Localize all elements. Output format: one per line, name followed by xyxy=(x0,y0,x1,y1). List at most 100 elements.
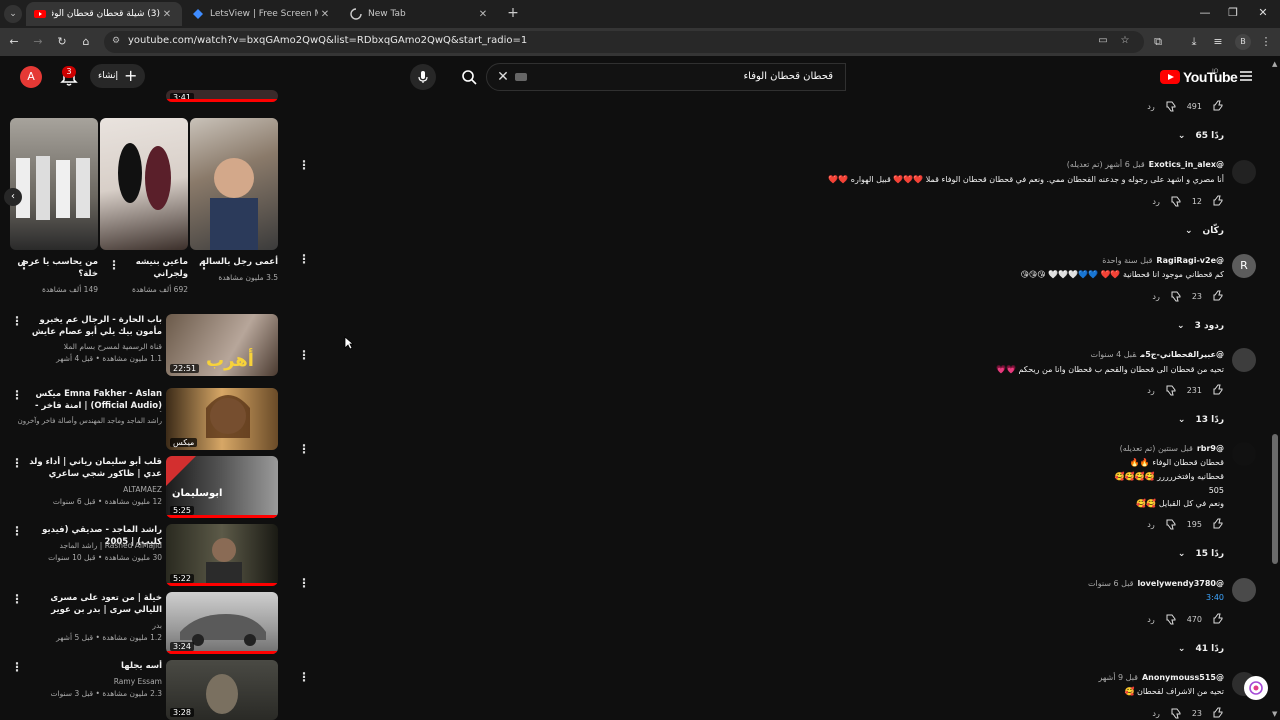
tab-youtube[interactable]: (3) شيلة قحطان قحطان الوفاء - ✕ xyxy=(26,2,182,26)
video-thumbnail[interactable]: 5:22 xyxy=(166,524,278,586)
like-icon[interactable] xyxy=(1212,100,1224,112)
short-thumbnail[interactable] xyxy=(190,118,278,250)
browser-menu-icon[interactable]: ⋮ xyxy=(1258,34,1274,50)
reload-icon[interactable]: ↻ xyxy=(54,34,70,50)
video-channel[interactable]: بدر xyxy=(24,620,162,631)
comment-author[interactable]: @lovelywendy3780 xyxy=(1137,579,1224,588)
like-icon[interactable] xyxy=(1212,195,1224,207)
video-channel[interactable]: قناة الرسمية لمسرح بسام الملا xyxy=(24,341,162,352)
more-options-icon[interactable]: ⋮ xyxy=(298,576,310,590)
maximize-button[interactable]: ❐ xyxy=(1224,4,1242,22)
more-options-icon[interactable]: ⋮ xyxy=(298,252,310,266)
tab-search-button[interactable]: ⌄ xyxy=(4,5,22,23)
keyboard-icon[interactable] xyxy=(515,73,527,81)
video-thumbnail[interactable]: 3:41 xyxy=(166,90,278,102)
reply-button[interactable]: رد xyxy=(1152,709,1159,718)
search-input[interactable]: ✕ قحطان قحطان الوفاء xyxy=(486,63,846,91)
video-title[interactable]: Emna Fakher - Aslan ميكس (Official Audio… xyxy=(24,388,162,412)
comment-avatar[interactable] xyxy=(1232,348,1256,372)
comment-author[interactable]: @Anonymouss515 xyxy=(1142,673,1224,682)
close-tab-icon[interactable]: ✕ xyxy=(160,9,174,20)
short-thumbnail[interactable] xyxy=(100,118,188,250)
reply-button[interactable]: رد xyxy=(1147,615,1154,624)
scroll-down-arrow-icon[interactable]: ▼ xyxy=(1272,710,1277,718)
downloads-icon[interactable]: ⤓ xyxy=(1186,34,1202,50)
video-thumbnail[interactable]: أهرب 22:51 xyxy=(166,314,278,376)
comment-author[interactable]: @rbr9 xyxy=(1197,444,1224,453)
video-thumbnail[interactable]: ابوسليمان 5:25 xyxy=(166,456,278,518)
more-options-icon[interactable]: ⋮ xyxy=(11,524,23,538)
dislike-icon[interactable] xyxy=(1170,290,1182,302)
timestamp-link[interactable]: 3:40 xyxy=(1206,593,1224,602)
tab-letsview[interactable]: LetsView | Free Screen Mirroring ✕ xyxy=(184,2,340,26)
account-avatar[interactable]: A xyxy=(20,66,42,88)
clear-search-icon[interactable]: ✕ xyxy=(495,69,511,85)
close-tab-icon[interactable]: ✕ xyxy=(476,9,490,20)
profile-button[interactable]: B xyxy=(1235,34,1251,50)
scrollbar-thumb[interactable] xyxy=(1272,434,1278,564)
reply-button[interactable]: رد xyxy=(1147,520,1154,529)
short-thumbnail[interactable] xyxy=(10,118,98,250)
address-bar[interactable]: ⚙ youtube.com/watch?v=bxqGAmo2QwQ&list=R… xyxy=(104,31,1144,53)
video-title[interactable]: خيلة | من تعود على مسرى الليالي سرى | بد… xyxy=(24,592,162,616)
back-icon[interactable]: ← xyxy=(6,34,22,50)
media-control-icon[interactable]: ≡ xyxy=(1210,34,1226,50)
video-title[interactable]: قلب أبو سليمان رياني | أداء ولد عدي | ظا… xyxy=(24,456,162,480)
search-button[interactable] xyxy=(452,64,486,90)
video-thumbnail[interactable]: 3:28 xyxy=(166,660,278,720)
more-options-icon[interactable]: ⋮ xyxy=(198,258,210,272)
url-text[interactable]: youtube.com/watch?v=bxqGAmo2QwQ&list=RDb… xyxy=(128,35,527,46)
reply-button[interactable]: رد xyxy=(1152,292,1159,301)
more-options-icon[interactable]: ⋮ xyxy=(11,592,23,606)
reply-button[interactable]: رد xyxy=(1152,197,1159,206)
dislike-icon[interactable] xyxy=(1165,100,1177,112)
minimize-button[interactable]: — xyxy=(1196,4,1214,22)
view-replies-button[interactable]: ⌄ 13 ردًا xyxy=(1178,413,1224,427)
close-tab-icon[interactable]: ✕ xyxy=(318,9,332,20)
comment-author[interactable]: @RagiRagi-v2e xyxy=(1156,256,1224,265)
more-options-icon[interactable]: ⋮ xyxy=(11,314,23,328)
comment-avatar[interactable] xyxy=(1232,578,1256,602)
tab-new-tab[interactable]: New Tab ✕ xyxy=(342,2,498,26)
like-icon[interactable] xyxy=(1212,384,1224,396)
like-icon[interactable] xyxy=(1212,518,1224,530)
like-icon[interactable] xyxy=(1212,707,1224,719)
video-channel[interactable]: Rashed AlMajid | راشد الماجد xyxy=(24,540,162,551)
shorts-previous-button[interactable]: ‹ xyxy=(4,188,22,206)
more-options-icon[interactable]: ⋮ xyxy=(18,258,30,272)
comment-author[interactable]: @Exotics_in_alex xyxy=(1149,160,1224,169)
comment-avatar[interactable] xyxy=(1232,442,1256,466)
like-icon[interactable] xyxy=(1212,613,1224,625)
search-query-text[interactable]: قحطان قحطان الوفاء xyxy=(743,71,833,82)
voice-search-button[interactable] xyxy=(410,64,436,90)
dislike-icon[interactable] xyxy=(1170,707,1182,719)
comment-author[interactable]: @عبيرالقحطاني-ج5م xyxy=(1140,350,1224,359)
video-thumbnail[interactable]: 3:24 xyxy=(166,592,278,654)
view-replies-button[interactable]: ⌄ 41 ردًا xyxy=(1178,642,1224,656)
home-icon[interactable]: ⌂ xyxy=(78,34,94,50)
cast-icon[interactable]: ▭ xyxy=(1096,35,1110,49)
view-replies-button[interactable]: ⌄ ركّان xyxy=(1185,224,1224,238)
mix-thumbnail[interactable]: ميكس xyxy=(166,388,278,450)
dislike-icon[interactable] xyxy=(1165,384,1177,396)
view-replies-button[interactable]: ⌄ 3 ردود xyxy=(1177,319,1224,333)
extensions-icon[interactable]: ⧉ xyxy=(1150,34,1166,50)
bookmark-star-icon[interactable]: ☆ xyxy=(1118,35,1132,49)
more-options-icon[interactable]: ⋮ xyxy=(298,348,310,362)
more-options-icon[interactable]: ⋮ xyxy=(298,670,310,684)
site-info-icon[interactable]: ⚙ xyxy=(112,36,124,48)
video-title[interactable]: باب الحارة - الرجال عم يخبرو مأمون بيك ي… xyxy=(24,314,162,338)
create-button[interactable]: إنشاء + xyxy=(90,64,146,88)
new-tab-button[interactable]: + xyxy=(504,4,522,22)
comment-avatar[interactable] xyxy=(1232,160,1256,184)
page-scrollbar[interactable] xyxy=(1270,96,1280,720)
comment-avatar[interactable]: R xyxy=(1232,254,1256,278)
more-options-icon[interactable]: ⋮ xyxy=(298,442,310,456)
more-options-icon[interactable]: ⋮ xyxy=(11,388,23,402)
dislike-icon[interactable] xyxy=(1170,195,1182,207)
guide-menu-icon[interactable] xyxy=(1238,68,1254,84)
youtube-logo[interactable]: YouTube xyxy=(1160,69,1238,85)
view-replies-button[interactable]: ⌄ 15 ردًا xyxy=(1178,547,1224,561)
reply-button[interactable]: رد xyxy=(1147,386,1154,395)
reply-button[interactable]: رد xyxy=(1147,102,1154,111)
